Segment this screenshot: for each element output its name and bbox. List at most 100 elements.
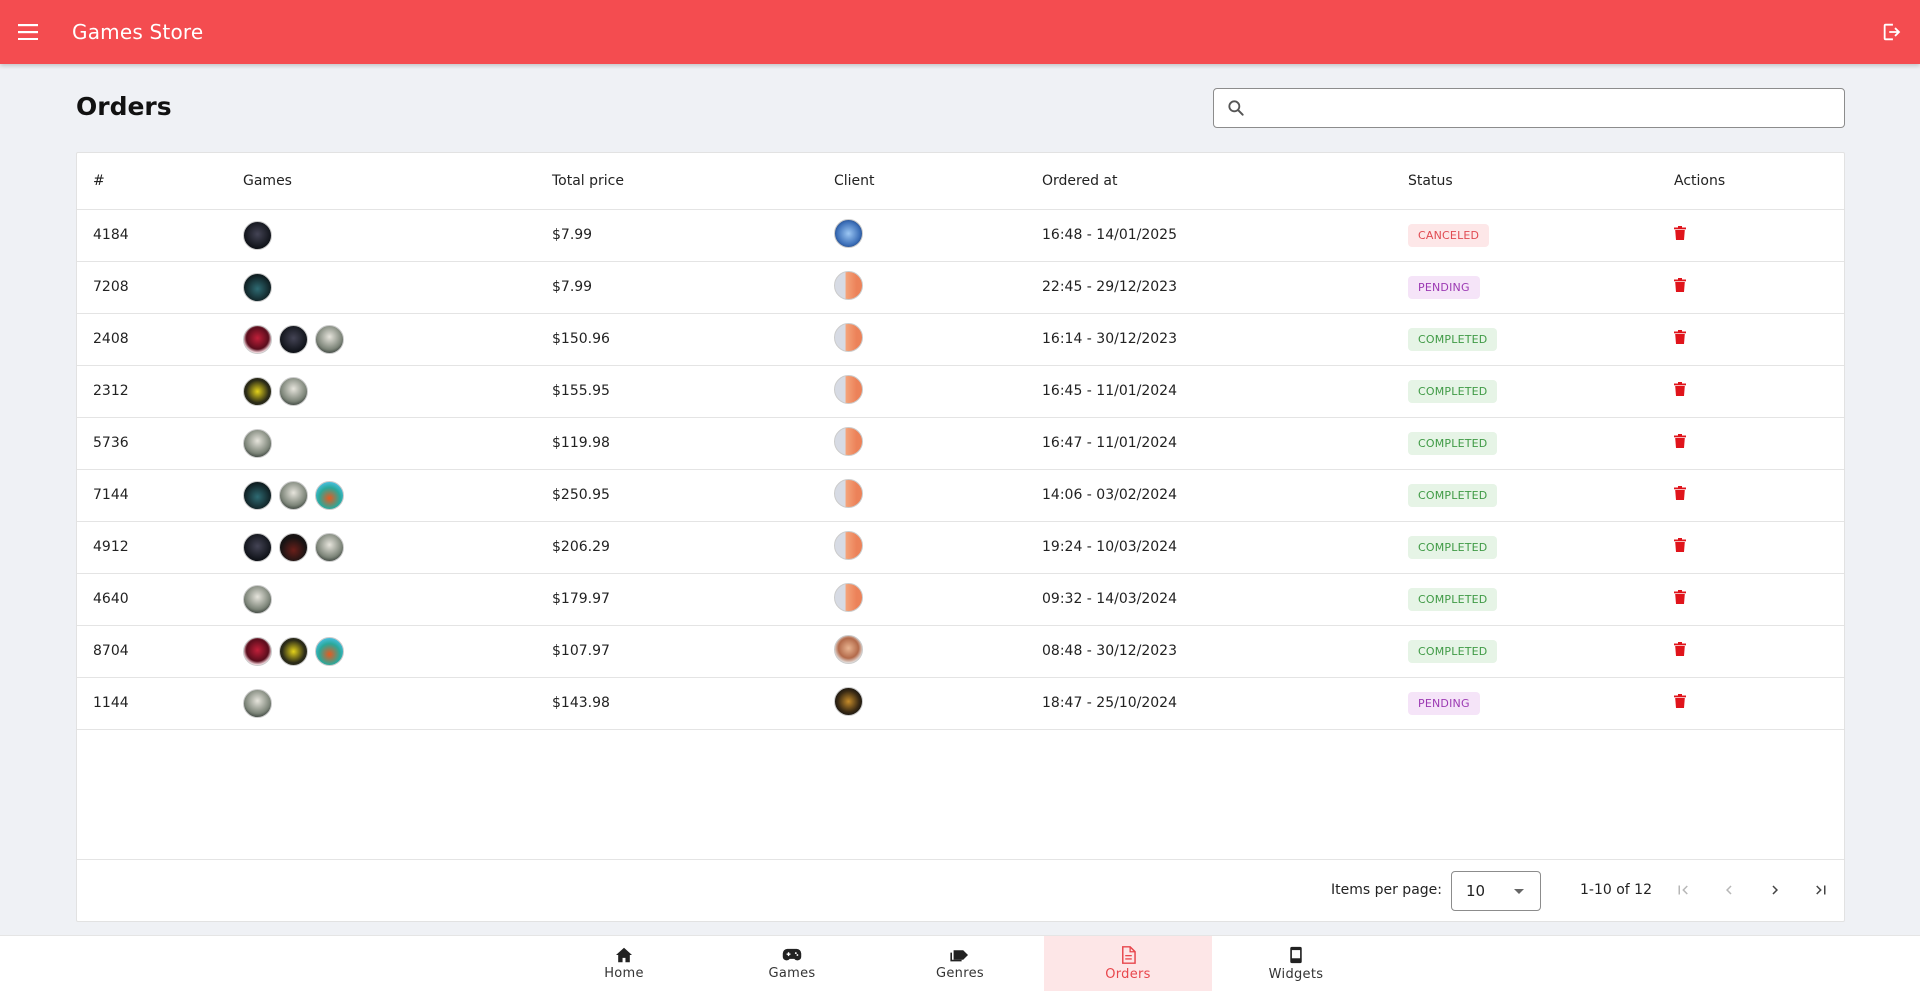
label-icon — [950, 950, 968, 962]
order-actions — [1658, 417, 1844, 470]
game-avatar-group — [243, 584, 536, 614]
order-games — [227, 261, 536, 314]
game-avatar-group — [243, 272, 536, 302]
search-field[interactable] — [1213, 88, 1845, 128]
items-per-page-select[interactable]: 10 — [1451, 871, 1541, 911]
trash-icon — [1674, 486, 1686, 500]
order-id: 4912 — [77, 521, 227, 574]
order-total-price: $119.98 — [536, 417, 818, 470]
nav-label-genres: Genres — [936, 966, 984, 981]
order-games — [227, 417, 536, 470]
nav-item-widgets[interactable]: Widgets — [1212, 936, 1380, 991]
search-input[interactable] — [1254, 90, 1844, 126]
order-id: 7208 — [77, 261, 227, 314]
nav-item-games[interactable]: Games — [708, 936, 876, 991]
first-page-button[interactable] — [1669, 876, 1697, 904]
status-badge: COMPLETED — [1408, 379, 1498, 403]
nav-label-home: Home — [604, 966, 644, 981]
delete-order-button[interactable] — [1674, 330, 1688, 346]
items-per-page-label: Items per page: — [1330, 882, 1442, 898]
order-actions — [1658, 677, 1844, 730]
order-id: 1144 — [77, 677, 227, 730]
delete-order-button[interactable] — [1674, 590, 1688, 606]
delete-order-button[interactable] — [1674, 226, 1688, 242]
order-client — [818, 573, 1026, 626]
table-row: 4184 $7.99 16:48 - 14/01/2025 CANCELED — [77, 209, 1844, 262]
nav-item-genres[interactable]: Genres — [876, 936, 1044, 991]
menu-icon — [18, 24, 38, 40]
order-total-price: $107.97 — [536, 625, 818, 678]
table-row: 4912 $206.29 19:24 - 10/03/2024 COMPLETED — [77, 521, 1844, 574]
delete-order-button[interactable] — [1674, 278, 1688, 294]
next-page-button[interactable] — [1761, 876, 1789, 904]
order-date: 16:47 - 11/01/2024 — [1026, 417, 1392, 470]
delete-order-button[interactable] — [1674, 694, 1688, 710]
game-avatar — [279, 532, 308, 562]
game-avatar — [243, 688, 272, 718]
paginator: Items per page: 10 1-10 of 12 — [77, 859, 1844, 921]
delete-order-button[interactable] — [1674, 434, 1688, 450]
game-avatar — [279, 480, 308, 510]
game-avatar — [315, 324, 344, 354]
page-title: Orders — [76, 92, 172, 121]
app-title: Games Store — [72, 20, 204, 44]
client-avatar — [834, 530, 863, 560]
order-client — [818, 209, 1026, 262]
nav-item-home[interactable]: Home — [540, 936, 708, 991]
order-games — [227, 313, 536, 366]
order-total-price: $143.98 — [536, 677, 818, 730]
status-badge: COMPLETED — [1408, 483, 1498, 507]
app-toolbar: Games Store — [0, 0, 1920, 64]
order-total-price: $250.95 — [536, 469, 818, 522]
order-games — [227, 573, 536, 626]
order-status-cell: COMPLETED — [1392, 417, 1658, 470]
delete-order-button[interactable] — [1674, 538, 1688, 554]
game-avatar — [243, 376, 272, 406]
nav-item-orders[interactable]: Orders — [1044, 936, 1212, 991]
status-badge: COMPLETED — [1408, 431, 1498, 455]
orders-table-body: 4184 $7.99 16:48 - 14/01/2025 CANCELED 7208 $… — [77, 209, 1844, 730]
order-games — [227, 521, 536, 574]
order-actions — [1658, 313, 1844, 366]
order-id: 4640 — [77, 573, 227, 626]
game-avatar-group — [243, 324, 536, 354]
status-badge: CANCELED — [1408, 223, 1490, 247]
next-page-icon — [1772, 885, 1778, 895]
game-avatar — [243, 272, 272, 302]
order-actions — [1658, 209, 1844, 262]
client-avatar — [834, 582, 863, 612]
last-page-icon — [1816, 885, 1826, 895]
orders-table: # Games Total price Client Ordered at St… — [77, 153, 1844, 730]
table-row: 2408 $150.96 16:14 - 30/12/2023 COMPLETED — [77, 313, 1844, 366]
client-avatar — [834, 426, 863, 456]
order-client — [818, 677, 1026, 730]
order-total-price: $179.97 — [536, 573, 818, 626]
logout-button[interactable] — [1876, 16, 1908, 48]
client-avatar — [834, 478, 863, 508]
game-avatar-group — [243, 636, 536, 666]
delete-order-button[interactable] — [1674, 642, 1688, 658]
menu-button[interactable] — [0, 0, 56, 64]
table-row: 7208 $7.99 22:45 - 29/12/2023 PENDING — [77, 261, 1844, 314]
order-games — [227, 677, 536, 730]
previous-page-button[interactable] — [1715, 876, 1743, 904]
column-header-status: Status — [1392, 153, 1658, 210]
order-status-cell: PENDING — [1392, 677, 1658, 730]
trash-icon — [1674, 694, 1686, 708]
order-status-cell: COMPLETED — [1392, 365, 1658, 418]
trash-icon — [1674, 590, 1686, 604]
order-status-cell: COMPLETED — [1392, 521, 1658, 574]
table-row: 5736 $119.98 16:47 - 11/01/2024 COMPLETED — [77, 417, 1844, 470]
dropdown-caret-icon — [1514, 889, 1524, 894]
order-total-price: $150.96 — [536, 313, 818, 366]
page-range-label: 1-10 of 12 — [1580, 882, 1652, 898]
nav-label-widgets: Widgets — [1268, 967, 1324, 982]
delete-order-button[interactable] — [1674, 382, 1688, 398]
last-page-button[interactable] — [1807, 876, 1835, 904]
order-status-cell: COMPLETED — [1392, 469, 1658, 522]
trash-icon — [1674, 434, 1686, 448]
delete-order-button[interactable] — [1674, 486, 1688, 502]
client-avatar — [834, 270, 863, 300]
column-header-client: Client — [818, 153, 1026, 210]
game-avatar — [243, 480, 272, 510]
